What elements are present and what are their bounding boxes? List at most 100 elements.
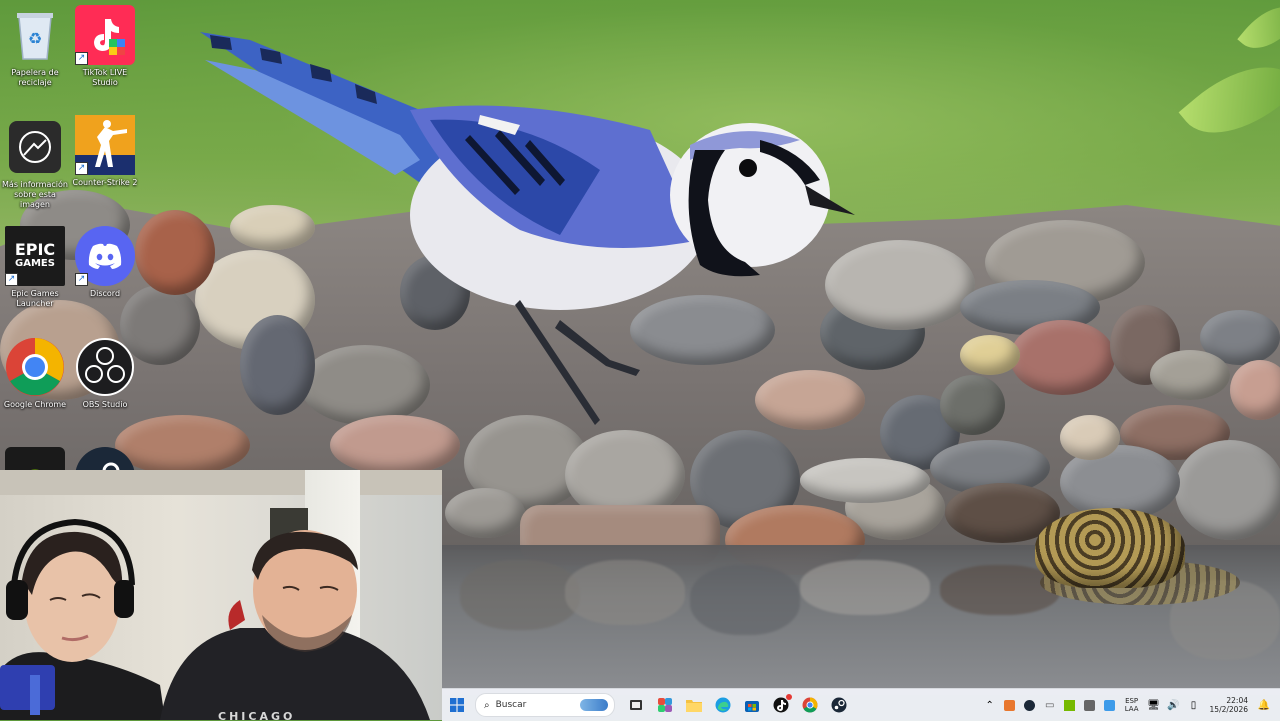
network-button[interactable]: 🖥 — [1145, 696, 1163, 714]
notifications-button[interactable]: 🔔 — [1255, 696, 1273, 714]
desktop-icon-nvidia[interactable] — [0, 447, 70, 470]
stone — [825, 240, 975, 330]
chevron-up-icon: ⌃ — [985, 699, 994, 711]
turtle — [1035, 508, 1185, 588]
file-explorer-button[interactable] — [681, 692, 707, 718]
tray-chat-button[interactable]: ▭ — [1041, 696, 1059, 714]
streamers — [0, 518, 430, 720]
stone — [230, 205, 315, 250]
microsoft-store-icon — [744, 701, 759, 712]
blue-app-icon — [1104, 699, 1116, 711]
task-view-icon — [629, 700, 642, 710]
stone — [135, 210, 215, 295]
epic-games-launcher-label: Epic Games Launcher — [11, 289, 59, 308]
counter-strike-2-icon: ↗ — [75, 115, 135, 175]
start-button[interactable] — [444, 692, 470, 718]
shortcut-arrow-icon: ↗ — [75, 52, 88, 65]
battery-icon: ▯ — [1190, 699, 1197, 711]
tray-steam-button[interactable] — [1021, 696, 1039, 714]
clock-time: 22:04 — [1226, 696, 1248, 705]
file-explorer-icon — [685, 700, 702, 712]
keyboard-layout: LAA — [1124, 705, 1139, 713]
tray-nvidia-button[interactable] — [1061, 696, 1079, 714]
stone — [630, 295, 775, 365]
chrome-icon — [802, 697, 817, 713]
tiktok-live-studio-label: TikTok LIVE Studio — [82, 68, 128, 87]
stone — [400, 255, 470, 330]
volume-button[interactable]: 🔊 — [1165, 696, 1183, 714]
bell-icon: 🔔 — [1257, 699, 1271, 711]
webcam-overlay: CHICAGO — [0, 470, 442, 720]
taskbar: ⌕ Buscar ⌃ ▭ ESP LAA 🖥 🔊 ▯ 22:04 15/2/20… — [442, 688, 1280, 721]
notification-dot-icon — [785, 694, 792, 700]
steam-tray-icon — [1024, 699, 1036, 711]
stone-reflection — [460, 560, 580, 630]
search-placeholder: Buscar — [495, 700, 527, 710]
task-view-button[interactable] — [623, 692, 649, 718]
stone — [800, 458, 930, 503]
discord-icon: ↗ — [75, 226, 135, 286]
tray-app-blue-button[interactable] — [1101, 696, 1119, 714]
steam-icon — [75, 447, 135, 470]
chrome-taskbar-button[interactable] — [797, 692, 823, 718]
stone-reflection — [690, 565, 800, 635]
steam-taskbar-button[interactable] — [826, 692, 852, 718]
clock-date: 15/2/2026 — [1209, 705, 1248, 714]
search-highlight-icon — [580, 699, 608, 711]
more-info-image-label: Más información sobre esta imagen — [2, 180, 68, 209]
desktop-icon-tiktok-live-studio[interactable]: ↗ TikTok LIVE Studio — [70, 5, 140, 88]
tray-app-orange-button[interactable] — [1001, 696, 1019, 714]
epic-logo-text-bottom: GAMES — [15, 258, 55, 269]
show-hidden-icons-button[interactable]: ⌃ — [981, 696, 999, 714]
nvidia-tray-icon — [1064, 699, 1076, 711]
steam-icon — [831, 697, 846, 713]
epic-logo-text-top: EPIC — [14, 240, 56, 259]
stone — [1060, 415, 1120, 460]
epic-games-icon: EPIC GAMES ↗ — [5, 226, 65, 286]
nvidia-icon — [5, 447, 65, 470]
microsoft-store-button[interactable] — [739, 692, 765, 718]
windows-start-icon — [449, 698, 464, 712]
desktop-icon-google-chrome[interactable]: Google Chrome — [0, 337, 70, 410]
recycle-bin-icon: ♻ — [5, 5, 65, 65]
desktop-icon-more-info-image[interactable]: Más información sobre esta imagen — [0, 117, 70, 210]
tiktok-live-taskbar-button[interactable] — [768, 692, 794, 718]
discord-label: Discord — [89, 289, 121, 298]
stone — [300, 345, 430, 425]
clock[interactable]: 22:04 15/2/2026 — [1210, 696, 1248, 714]
app-with-notification-icon — [773, 697, 788, 713]
desktop-icon-discord[interactable]: ↗ Discord — [70, 226, 140, 299]
network-icon: 🖥 — [1147, 699, 1160, 711]
desktop-icon-steam[interactable] — [70, 447, 140, 470]
desktop-icon-counter-strike-2[interactable]: ↗ Counter-Strike 2 — [70, 115, 140, 188]
gray-app-icon — [1084, 699, 1096, 711]
tiktok-live-studio-icon: ↗ — [75, 5, 135, 65]
obs-studio-icon — [75, 337, 135, 397]
shortcut-arrow-icon: ↗ — [5, 273, 18, 286]
system-tray: ⌃ ▭ ESP LAA 🖥 🔊 ▯ 22:04 15/2/2026 🔔 — [980, 689, 1280, 721]
tray-app-gray-button[interactable] — [1081, 696, 1099, 714]
stone — [960, 335, 1020, 375]
search-input[interactable]: ⌕ Buscar — [475, 693, 615, 717]
widgets-app-button[interactable] — [652, 692, 678, 718]
stone — [330, 415, 460, 475]
language-indicator[interactable]: ESP LAA — [1125, 697, 1139, 713]
chrome-icon — [5, 337, 65, 397]
desktop-icon-recycle-bin[interactable]: ♻ Papelera de reciclaje — [0, 5, 70, 88]
colorful-app-icon — [657, 698, 672, 712]
stone — [1150, 350, 1230, 400]
battery-button[interactable]: ▯ — [1185, 696, 1203, 714]
shirt-print-text: CHICAGO — [218, 710, 296, 720]
stone-reflection — [565, 560, 685, 625]
obs-studio-label: OBS Studio — [82, 400, 128, 409]
stone — [755, 370, 865, 430]
desktop-icon-obs-studio[interactable]: OBS Studio — [70, 337, 140, 410]
google-chrome-label: Google Chrome — [3, 400, 67, 409]
stone — [1175, 440, 1280, 540]
chat-bubble-icon: ▭ — [1044, 699, 1055, 711]
stone — [1010, 320, 1115, 395]
edge-button[interactable] — [710, 692, 736, 718]
stone-reflection — [800, 560, 930, 615]
desktop-icon-epic-games-launcher[interactable]: EPIC GAMES ↗ Epic Games Launcher — [0, 226, 70, 309]
orange-app-icon — [1004, 699, 1016, 711]
